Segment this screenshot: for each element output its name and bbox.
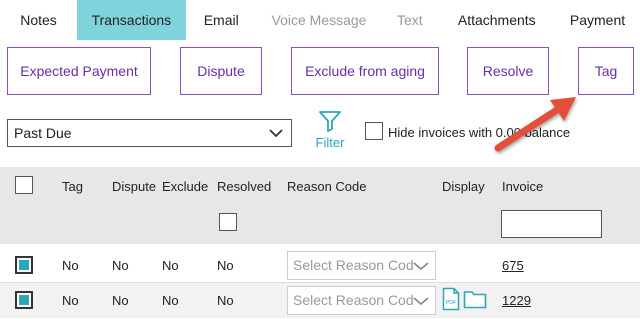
resolve-button[interactable]: Resolve [467,47,549,95]
reason-code-select[interactable]: Select Reason Code [287,286,436,315]
filter-label: Filter [315,135,345,150]
invoice-link[interactable]: 1229 [502,293,531,308]
row-exclude: No [162,258,179,273]
tab-attachments[interactable]: Attachments [439,0,556,40]
tab-transactions[interactable]: Transactions [77,0,186,40]
row-resolved: No [217,258,234,273]
svg-text:PDF: PDF [446,300,458,306]
column-header-tag[interactable]: Tag [62,179,83,194]
row-exclude: No [162,293,179,308]
tab-bar: Notes Transactions Email Voice Message T… [0,0,640,40]
row-select-checkbox[interactable] [15,291,33,309]
expected-payment-button[interactable]: Expected Payment [7,47,151,95]
filter-funnel-icon [319,111,341,132]
reason-code-select[interactable]: Select Reason Code [287,251,436,280]
hide-zero-balance-label: Hide invoices with 0.00 balance [388,125,571,140]
view-select[interactable]: Past Due [7,119,292,147]
tab-payment[interactable]: Payment [555,0,640,40]
reason-code-value: Select Reason Code [293,257,422,273]
select-all-checkbox[interactable] [15,176,33,194]
row-tag: No [62,258,79,273]
row-resolved: No [217,293,234,308]
resolved-filter-checkbox[interactable] [219,213,237,231]
tab-voice-message[interactable]: Voice Message [257,0,381,40]
annotation-arrow [494,97,576,152]
column-header-display[interactable]: Display [442,179,485,194]
row-dispute: No [112,293,129,308]
exclude-from-aging-button[interactable]: Exclude from aging [291,47,439,95]
tab-notes[interactable]: Notes [0,0,77,40]
table-row[interactable]: No No No No Select Reason Code PDF 1229 [0,283,640,318]
invoice-filter-input[interactable] [501,210,602,238]
row-dispute: No [112,258,129,273]
view-select-value: Past Due [14,125,72,141]
chevron-down-icon [413,259,429,273]
row-tag: No [62,293,79,308]
chevron-down-icon [269,129,283,138]
invoice-link[interactable]: 675 [502,258,524,273]
column-header-invoice[interactable]: Invoice [502,179,543,194]
pdf-file-icon[interactable]: PDF [442,287,460,311]
column-header-resolved[interactable]: Resolved [217,179,271,194]
column-header-exclude[interactable]: Exclude / [162,179,210,194]
column-header-reason-code[interactable]: Reason Code [287,179,367,194]
hide-zero-balance-checkbox[interactable] [365,122,383,140]
chevron-down-icon [413,294,429,308]
dispute-button[interactable]: Dispute [180,47,262,95]
tab-text[interactable]: Text [381,0,438,40]
folder-icon[interactable] [463,289,487,309]
column-header-dispute[interactable]: Dispute [112,179,156,194]
filter-button[interactable]: Filter [310,110,350,156]
row-select-checkbox[interactable] [15,256,33,274]
tag-button[interactable]: Tag [578,47,634,95]
table-row[interactable]: No No No No Select Reason Code 675 [0,248,640,283]
tab-email[interactable]: Email [186,0,257,40]
reason-code-value: Select Reason Code [293,292,422,308]
